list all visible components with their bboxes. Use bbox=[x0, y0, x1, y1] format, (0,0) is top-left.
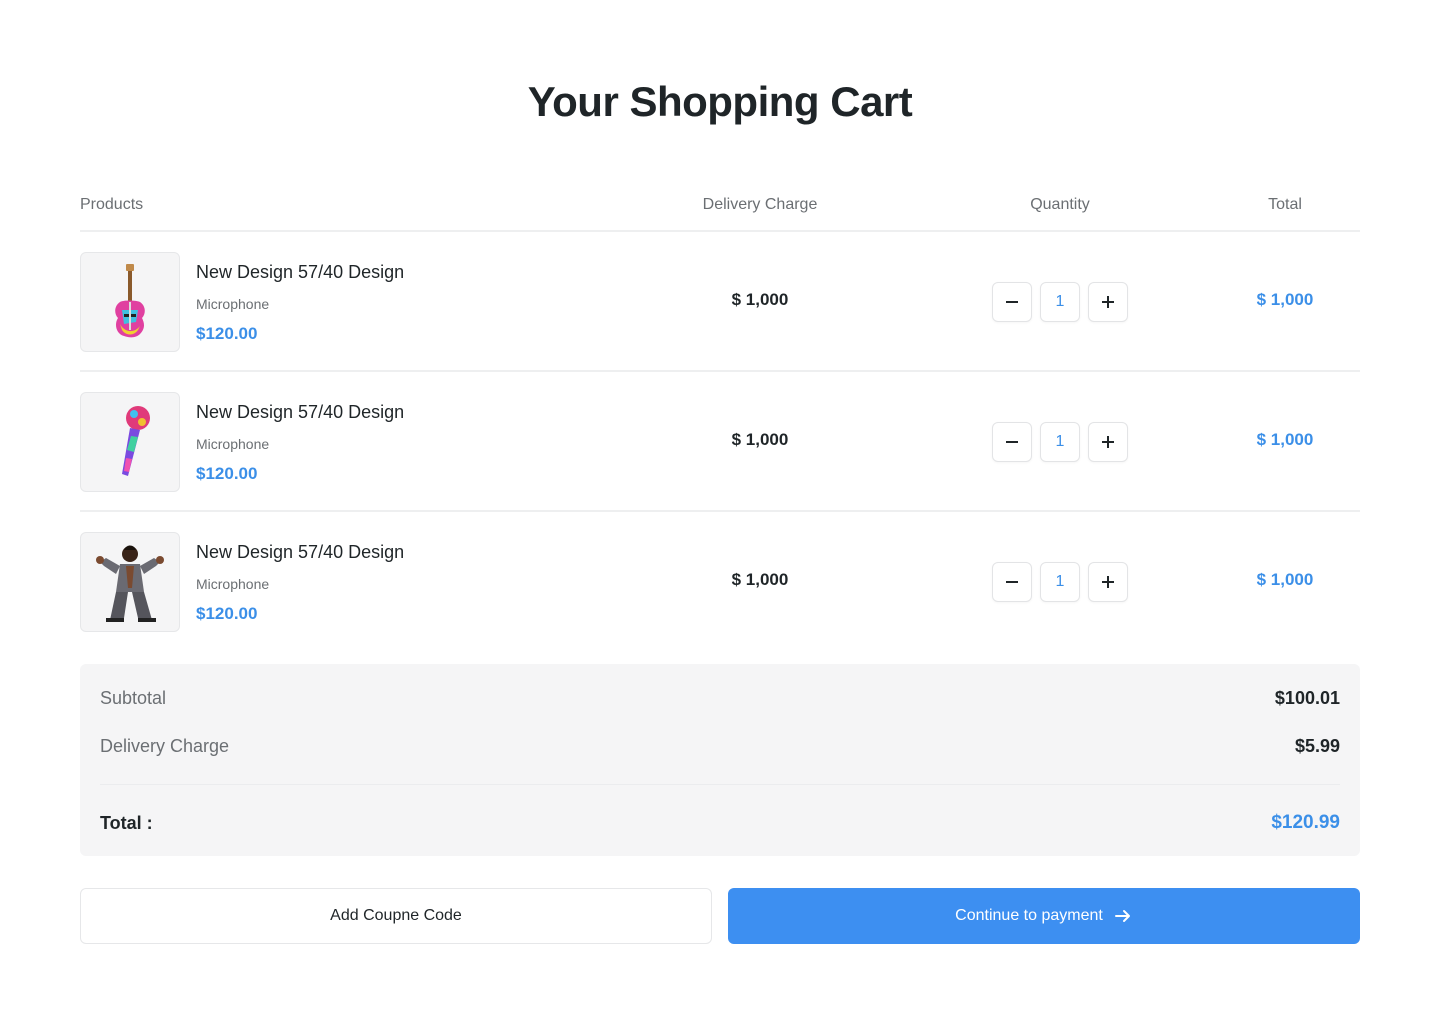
cart-item-row: New Design 57/40 Design Microphone $120.… bbox=[80, 232, 1360, 372]
minus-icon bbox=[1006, 441, 1018, 443]
continue-to-payment-label: Continue to payment bbox=[955, 907, 1103, 924]
decrease-quantity-button[interactable] bbox=[992, 282, 1032, 322]
total-value: $120.99 bbox=[1271, 812, 1340, 833]
plus-icon bbox=[1102, 436, 1114, 448]
row-total: $ 1,000 bbox=[1256, 570, 1314, 589]
product-thumbnail[interactable] bbox=[80, 392, 180, 492]
cart-table-header: Products Delivery Charge Quantity Total bbox=[80, 190, 1360, 232]
shopping-cart-page: Your Shopping Cart Products Delivery Cha… bbox=[0, 0, 1440, 1025]
quantity-value[interactable]: 1 bbox=[1040, 282, 1080, 322]
header-delivery-charge: Delivery Charge bbox=[702, 196, 818, 213]
quantity-value[interactable]: 1 bbox=[1040, 422, 1080, 462]
increase-quantity-button[interactable] bbox=[1088, 422, 1128, 462]
product-category: Microphone bbox=[196, 576, 270, 592]
row-total: $ 1,000 bbox=[1256, 430, 1314, 449]
quantity-stepper: 1 bbox=[992, 422, 1128, 462]
cart-item-row: New Design 57/40 Design Microphone $120.… bbox=[80, 512, 1360, 652]
quantity-value[interactable]: 1 bbox=[1040, 562, 1080, 602]
product-price: $120.00 bbox=[196, 464, 258, 483]
subtotal-value: $100.01 bbox=[1274, 688, 1340, 708]
microphone-image bbox=[122, 406, 150, 476]
plus-icon bbox=[1102, 576, 1114, 588]
product-thumbnail[interactable] bbox=[80, 252, 180, 352]
header-total: Total bbox=[1268, 196, 1302, 213]
increase-quantity-button[interactable] bbox=[1088, 562, 1128, 602]
add-coupon-code-label: Add Coupne Code bbox=[330, 907, 462, 924]
delivery-charge: $ 1,000 bbox=[731, 430, 789, 449]
product-category: Microphone bbox=[196, 296, 270, 312]
order-summary: Subtotal $100.01 Delivery Charge $5.99 T… bbox=[80, 664, 1360, 856]
delivery-charge-value: $5.99 bbox=[1294, 736, 1340, 756]
product-name[interactable]: New Design 57/40 Design bbox=[196, 402, 404, 423]
subtotal-label: Subtotal bbox=[100, 688, 167, 708]
delivery-charge: $ 1,000 bbox=[731, 570, 789, 589]
minus-icon bbox=[1006, 301, 1018, 303]
product-thumbnail[interactable] bbox=[80, 532, 180, 632]
add-coupon-code-button[interactable]: Add Coupne Code bbox=[80, 888, 712, 944]
delivery-charge: $ 1,000 bbox=[731, 290, 789, 309]
continue-to-payment-button[interactable]: Continue to payment bbox=[728, 888, 1360, 944]
delivery-charge-label: Delivery Charge bbox=[100, 736, 230, 756]
decrease-quantity-button[interactable] bbox=[992, 562, 1032, 602]
arrow-right-icon bbox=[1113, 906, 1133, 926]
plus-icon bbox=[1102, 296, 1114, 308]
product-category: Microphone bbox=[196, 436, 270, 452]
header-quantity: Quantity bbox=[1030, 196, 1090, 213]
product-name[interactable]: New Design 57/40 Design bbox=[196, 542, 404, 563]
header-products: Products bbox=[80, 196, 144, 213]
singer-image bbox=[96, 545, 164, 622]
page-title: Your Shopping Cart bbox=[527, 78, 913, 125]
increase-quantity-button[interactable] bbox=[1088, 282, 1128, 322]
total-label: Total : bbox=[100, 813, 153, 833]
electric-guitar-image bbox=[115, 264, 145, 338]
minus-icon bbox=[1006, 581, 1018, 583]
cart-item-row: New Design 57/40 Design Microphone $120.… bbox=[80, 372, 1360, 512]
decrease-quantity-button[interactable] bbox=[992, 422, 1032, 462]
summary-divider bbox=[100, 784, 1340, 785]
product-name[interactable]: New Design 57/40 Design bbox=[196, 262, 404, 283]
row-total: $ 1,000 bbox=[1256, 290, 1314, 309]
quantity-stepper: 1 bbox=[992, 562, 1128, 602]
quantity-stepper: 1 bbox=[992, 282, 1128, 322]
product-price: $120.00 bbox=[196, 324, 258, 343]
product-price: $120.00 bbox=[196, 604, 258, 623]
